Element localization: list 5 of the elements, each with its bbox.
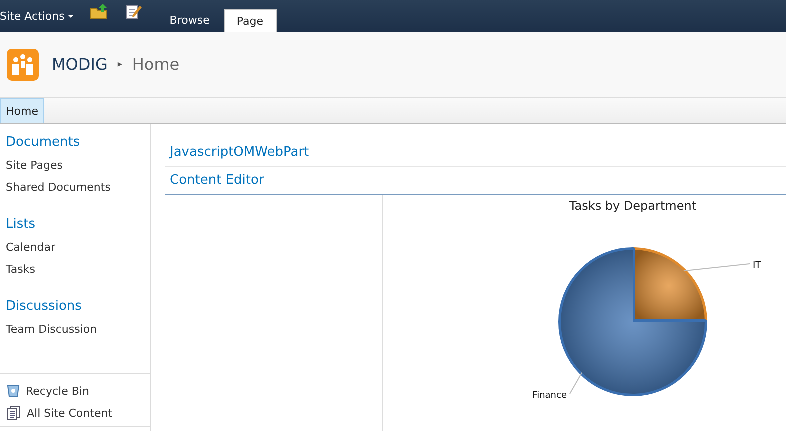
slice-label: IT (753, 261, 762, 271)
chart-title: Tasks by Department (569, 199, 697, 213)
breadcrumb-separator: ▸ (118, 60, 122, 70)
page-title: Home (132, 55, 180, 74)
slice-label: Finance (532, 391, 567, 401)
